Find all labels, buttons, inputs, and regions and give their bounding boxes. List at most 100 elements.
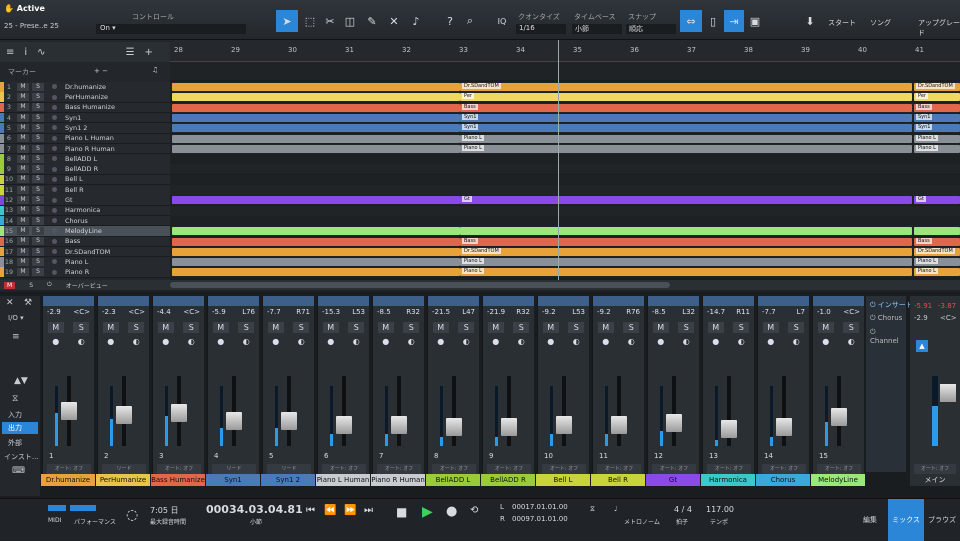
channel-mute-button[interactable]: M — [47, 322, 64, 333]
mute-button[interactable]: M — [17, 93, 29, 102]
channel-fader[interactable] — [831, 408, 847, 426]
mixer-menu-icon[interactable]: ≡ — [12, 332, 20, 342]
insert-label[interactable]: ⏻ インサート — [870, 300, 913, 310]
listen-tool-icon[interactable]: ♪ — [406, 10, 426, 32]
clip[interactable]: Syn1 — [460, 113, 912, 122]
info-icon[interactable]: i — [24, 47, 27, 58]
channel-solo-button[interactable]: S — [293, 322, 310, 333]
close-icon[interactable]: ✕ — [6, 298, 14, 308]
channel-pan[interactable]: R71 — [296, 308, 310, 316]
channel-mute-button[interactable]: M — [487, 322, 504, 333]
channel-monitor-icon[interactable]: ◐ — [348, 336, 364, 347]
channel-automation[interactable]: リード — [212, 464, 256, 474]
channel-send-area[interactable] — [263, 296, 314, 306]
channel-mute-button[interactable]: M — [652, 322, 669, 333]
solo-button[interactable]: S — [32, 103, 44, 112]
channel-monitor-icon[interactable]: ◐ — [458, 336, 474, 347]
channel-fader[interactable] — [611, 416, 627, 434]
channel-record-icon[interactable]: ● — [268, 336, 284, 347]
channel-monitor-icon[interactable]: ◐ — [623, 336, 639, 347]
track-row[interactable]: 11 M S Bell R — [0, 185, 170, 196]
mute-button[interactable]: M — [17, 144, 29, 153]
channel-monitor-icon[interactable]: ◐ — [293, 336, 309, 347]
keyboard-icon[interactable]: ⌨ — [12, 466, 25, 476]
channel-send-area[interactable] — [648, 296, 699, 306]
record-arm-button[interactable] — [52, 238, 57, 244]
horizontal-scrollbar[interactable] — [170, 280, 960, 290]
track-lane[interactable]: Gt Gt — [170, 195, 960, 206]
channel-volume[interactable]: -2.3 — [102, 308, 116, 316]
channel-mute-button[interactable]: M — [707, 322, 724, 333]
track-row[interactable]: 17 M S Dr.SDandTOM — [0, 246, 170, 258]
clip[interactable]: Dr.SDandTOM — [460, 83, 912, 91]
clip[interactable]: Dr.SDandTOM — [914, 83, 960, 91]
channel-pan[interactable]: L53 — [572, 308, 585, 316]
channel-pan[interactable]: L76 — [242, 308, 255, 316]
clip[interactable] — [460, 227, 912, 236]
track-row[interactable]: 6 M S Piano L Human — [0, 133, 170, 144]
marker-note-icon[interactable]: ♫ — [152, 66, 158, 74]
channel-mute-button[interactable]: M — [377, 322, 394, 333]
channel-mute-button[interactable]: M — [597, 322, 614, 333]
channel-pan[interactable]: L47 — [462, 308, 475, 316]
clip[interactable]: Gt — [914, 196, 960, 205]
channel-pan[interactable]: R11 — [736, 308, 750, 316]
mute-button[interactable]: M — [17, 226, 29, 235]
mute-button[interactable]: M — [17, 206, 29, 215]
channel-record-icon[interactable]: ● — [543, 336, 559, 347]
channel-volume[interactable]: -8.5 — [377, 308, 391, 316]
clip[interactable] — [172, 227, 460, 236]
track-lane[interactable] — [170, 215, 960, 226]
track-row[interactable]: 2 M S PerHumanize — [0, 92, 170, 103]
rewind-start-icon[interactable]: ⏮ — [306, 505, 315, 516]
channel-solo-button[interactable]: S — [458, 322, 475, 333]
channel-volume[interactable]: -4.4 — [157, 308, 171, 316]
track-name[interactable]: Piano L — [65, 258, 170, 266]
clip[interactable] — [172, 237, 460, 246]
record-arm-button[interactable] — [52, 125, 57, 131]
channel-monitor-icon[interactable]: ◐ — [238, 336, 254, 347]
clip[interactable]: Syn1 — [914, 113, 960, 122]
channel-automation[interactable]: オート: オフ — [377, 464, 421, 474]
channel-fader[interactable] — [226, 412, 242, 430]
marker-add-remove[interactable]: + − — [94, 67, 108, 75]
track-row[interactable]: 12 M S Gt — [0, 195, 170, 206]
track-lane[interactable]: Piano L Piano L — [170, 133, 960, 144]
mute-button[interactable]: M — [17, 185, 29, 194]
channel-send-area[interactable] — [428, 296, 479, 306]
mute-button[interactable]: M — [17, 113, 29, 122]
channel-volume[interactable]: -9.2 — [597, 308, 611, 316]
solo-button[interactable]: S — [32, 185, 44, 194]
track-row[interactable]: 8 M S BellADD L — [0, 154, 170, 165]
track-lane[interactable]: Piano L Piano L — [170, 257, 960, 268]
track-row[interactable]: 18 M S Piano L — [0, 257, 170, 268]
mute-button[interactable]: M — [17, 268, 29, 277]
channel-fader[interactable] — [446, 418, 462, 436]
channel-fader[interactable] — [61, 402, 77, 420]
record-arm-button[interactable] — [52, 115, 57, 121]
channel-fader[interactable] — [116, 406, 132, 424]
clip[interactable] — [172, 247, 460, 256]
main-auto[interactable]: オート: オフ — [914, 464, 956, 474]
channel-volume[interactable]: -2.9 — [47, 308, 61, 316]
narrow-icon[interactable]: ⧖ — [12, 394, 18, 404]
external-button[interactable]: 外部 — [8, 438, 22, 448]
clip[interactable]: Piano L — [914, 258, 960, 267]
channel-automation[interactable]: オート: オフ — [542, 464, 586, 474]
quantize-select[interactable]: 1/16 — [516, 24, 566, 34]
channel-automation[interactable]: リード — [102, 464, 146, 474]
channel-send-area[interactable] — [373, 296, 424, 306]
pencil-tool-icon[interactable]: ✎ — [362, 10, 382, 32]
channel-pan[interactable]: L53 — [352, 308, 365, 316]
channel-solo-button[interactable]: S — [128, 322, 145, 333]
track-lane[interactable]: Syn1 Syn1 — [170, 112, 960, 123]
mute-button[interactable]: M — [17, 237, 29, 246]
track-name[interactable]: MelodyLine — [65, 227, 170, 235]
channel-solo-button[interactable]: S — [788, 322, 805, 333]
channel-volume[interactable]: -21.9 — [487, 308, 505, 316]
clip[interactable] — [172, 124, 460, 133]
timebase-select[interactable]: 小節 — [572, 24, 622, 34]
channel-mute-button[interactable]: M — [212, 322, 229, 333]
main-fader[interactable] — [940, 384, 956, 402]
clip[interactable]: Bass — [914, 237, 960, 246]
